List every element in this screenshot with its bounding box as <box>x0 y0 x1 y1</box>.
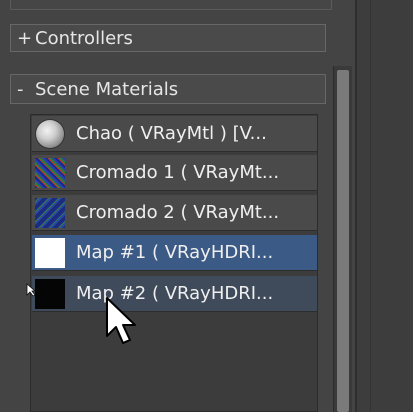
map-black-thumbnail <box>35 279 65 309</box>
scene-materials-rollout-header[interactable]: - Scene Materials <box>10 74 326 104</box>
arrow-cursor-icon <box>106 297 136 344</box>
collapse-sign: - <box>17 79 24 100</box>
previous-rollout-bottom <box>10 0 332 10</box>
rollout-title: Scene Materials <box>35 79 179 100</box>
rollout-panel: + Controllers - Scene Materials Chao ( VRa… <box>0 0 340 412</box>
material-name: Cromado 1 ( VRayMt... <box>76 162 280 183</box>
viewport-edge <box>357 0 413 412</box>
small-arrow-icon <box>26 283 36 297</box>
rollout-title: Controllers <box>35 28 133 49</box>
material-texture-thumbnail <box>35 158 65 188</box>
material-name: Chao ( VRayMtl ) [V... <box>76 123 267 144</box>
map-name: Map #1 ( VRayHDRI... <box>76 242 274 263</box>
material-name: Cromado 2 ( VRayMt... <box>76 202 280 223</box>
list-item-material[interactable]: Cromado 1 ( VRayMt... <box>32 155 317 191</box>
panel-scrollbar-thumb[interactable] <box>337 70 349 412</box>
material-browser-window: + Controllers - Scene Materials Chao ( VRa… <box>0 0 413 412</box>
expand-sign: + <box>17 28 33 49</box>
controllers-rollout-header[interactable]: + Controllers <box>10 24 326 52</box>
material-sphere-thumbnail <box>36 120 64 148</box>
list-item-material[interactable]: Cromado 2 ( VRayMt... <box>32 195 317 231</box>
map-white-thumbnail <box>35 238 65 268</box>
list-item-map-hover[interactable]: Map #2 ( VRayHDRI... <box>32 276 317 312</box>
list-item-map-selected[interactable]: Map #1 ( VRayHDRI... <box>32 235 317 271</box>
list-item-material[interactable]: Chao ( VRayMtl ) [V... <box>32 116 317 152</box>
material-texture-thumbnail <box>35 198 65 228</box>
viewport-border <box>370 0 371 412</box>
